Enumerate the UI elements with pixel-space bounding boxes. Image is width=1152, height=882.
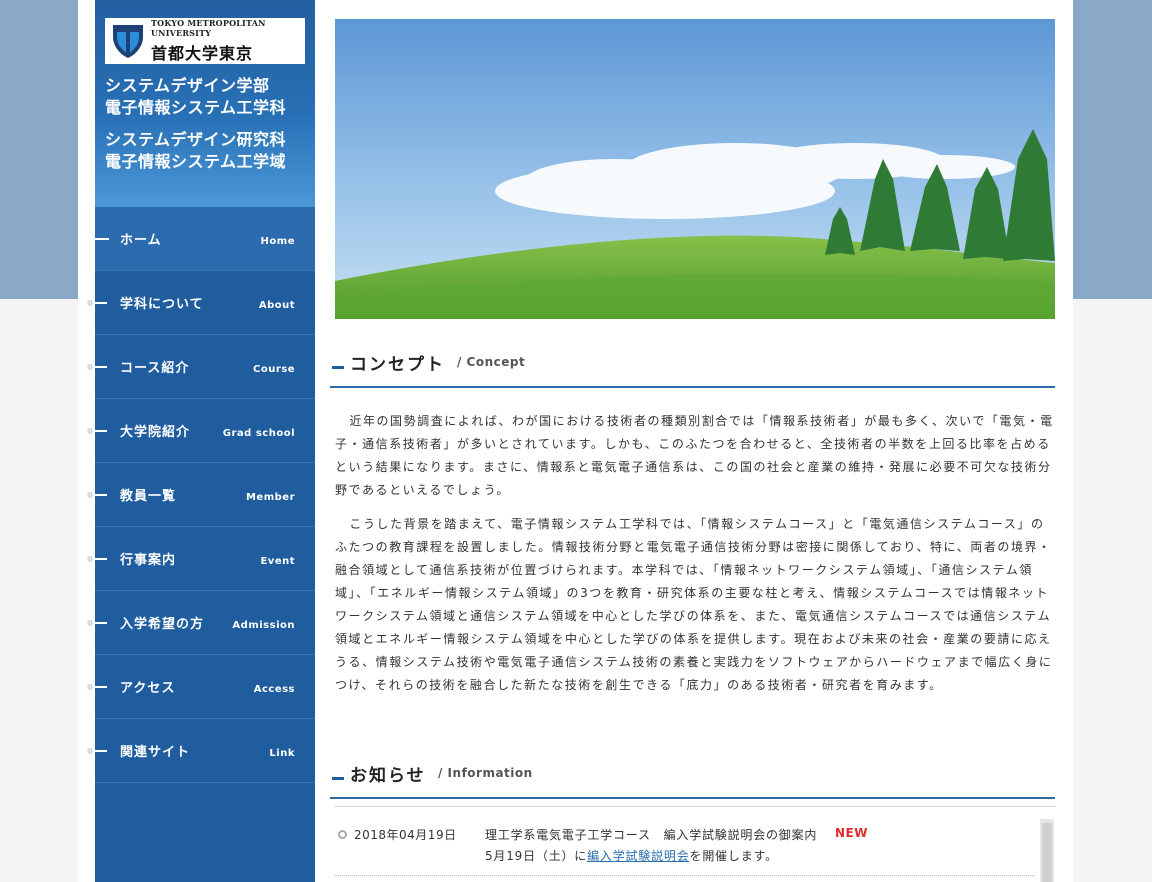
nav-label-ja: 入学希望の方 [120,617,205,632]
nav-label-en: Admission [232,620,295,631]
nav-label-en: Member [245,492,295,503]
nav-label-ja: 関連サイト [120,745,191,760]
nav-bullet-line [93,302,107,304]
nav-item-about[interactable]: 学科について About [87,271,315,335]
hero-image [335,19,1055,319]
nav-label-en: Home [260,236,295,247]
nav-label-en: Link [269,748,295,759]
sidebar-header: TOKYO METROPOLITAN UNIVERSITY 首都大学東京 システ… [95,0,315,207]
nav-label-ja: アクセス [120,681,176,696]
logo-english-text: TOKYO METROPOLITAN UNIVERSITY [151,18,266,38]
sidebar: TOKYO METROPOLITAN UNIVERSITY 首都大学東京 システ… [87,0,315,882]
briefing-link[interactable]: 編入学試験説明会 [587,849,689,863]
information-title: お知らせ [350,766,426,786]
news-scroll-thumb[interactable] [1042,823,1052,882]
nav-bullet-line [93,494,107,496]
nav-item-event[interactable]: 行事案内 Event [87,527,315,591]
graduate-school-name: システムデザイン研究科 電子情報システム工学域 [105,129,305,173]
nav-label-ja: 行事案内 [120,553,177,568]
faculty-line-2: 電子情報システム工学科 [105,98,287,117]
university-emblem-icon [111,23,145,59]
nav-bullet-line [93,686,107,688]
active-indicator [87,238,109,240]
university-logo[interactable]: TOKYO METROPOLITAN UNIVERSITY 首都大学東京 [105,18,305,64]
concept-title: コンセプト [350,355,445,375]
nav-label-en: Course [253,364,295,375]
news-divider [335,875,1035,876]
concept-heading: コンセプト / Concept [330,350,1055,388]
nav-label-ja: コース紹介 [120,361,190,376]
nav-bullet-line [93,750,107,752]
nav-item-link[interactable]: 関連サイト Link [87,719,315,783]
nav-label-ja: 大学院紹介 [120,425,191,440]
nav-item-member[interactable]: 教員一覧 Member [87,463,315,527]
nav-label-en: Grad school [222,428,295,439]
information-subtitle: / Information [438,766,533,780]
nav-item-access[interactable]: アクセス Access [87,655,315,719]
news-title: 理工学系電気電子工学コース 編入学試験説明会の御案内 [485,828,818,842]
heading-bar-icon [332,366,344,369]
nav-item-course[interactable]: コース紹介 Course [87,335,315,399]
news-list: 2018年04月19日 理工学系電気電子工学コース 編入学試験説明会の御案内 N… [335,806,1055,882]
news-bullet-icon [338,830,347,839]
news-desc-prefix: 5月19日（土）に [485,849,588,863]
nav-label-ja: 学科について [120,297,204,312]
faculty-name: システムデザイン学部 電子情報システム工学科 [105,75,305,119]
concept-subtitle: / Concept [457,355,526,369]
news-date: 2018年04月19日 [354,828,457,842]
news-scrollbar[interactable] [1040,819,1054,882]
nav-item-grad-school[interactable]: 大学院紹介 Grad school [87,399,315,463]
nav-bullet-line [93,622,107,624]
nav-bullet-line [93,558,107,560]
nav-item-admission[interactable]: 入学希望の方 Admission [87,591,315,655]
logo-japanese-text: 首都大学東京 [151,44,254,63]
concept-paragraph-1: 近年の国勢調査によれば、わが国における技術者の種類別割合では「情報系技術者」が最… [335,414,1054,497]
nav-label-en: About [258,300,295,311]
grad-line-1: システムデザイン研究科 [105,130,287,149]
nav-item-home[interactable]: ホーム Home [87,207,315,271]
nav-bullet-line [93,366,107,368]
nav-label-en: Access [253,684,295,695]
nav-bullet-line [93,430,107,432]
concept-paragraph-2: こうした背景を踏まえて、電子情報システム工学科では、「情報システムコース」と「電… [335,517,1053,692]
news-desc-suffix: を開催します。 [689,849,778,863]
nav-label-ja: 教員一覧 [120,489,177,504]
nav-label-en: Event [260,556,295,567]
new-badge: NEW [835,826,868,840]
heading-bar-icon [332,777,344,780]
news-description: 5月19日（土）に編入学試験説明会を開催します。 [485,847,778,864]
grad-line-2: 電子情報システム工学域 [105,152,287,171]
information-heading: お知らせ / Information [330,761,1055,799]
faculty-line-1: システムデザイン学部 [105,76,270,95]
nav-label-ja: ホーム [120,233,162,248]
